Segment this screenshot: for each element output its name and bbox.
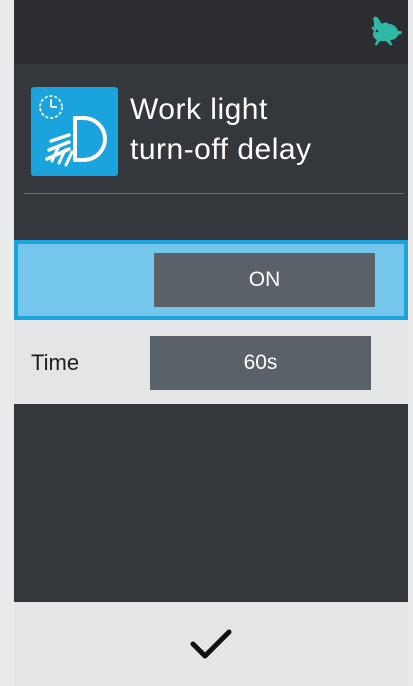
device-frame: Work light turn-off delay ON Time 60s (0, 0, 413, 686)
mode-row[interactable]: ON (14, 240, 408, 320)
work-light-timer-icon (31, 87, 118, 176)
rabbit-icon (371, 16, 402, 46)
title-line-1: Work light (130, 93, 268, 126)
time-row[interactable]: Time 60s (14, 320, 408, 404)
title-line-2: turn-off delay (130, 133, 312, 166)
footer-bar (14, 602, 408, 686)
checkmark-icon[interactable] (184, 622, 238, 666)
display-screen: Work light turn-off delay ON Time 60s (14, 0, 408, 686)
screen-header: Work light turn-off delay (14, 64, 408, 240)
time-value[interactable]: 60s (150, 336, 371, 390)
time-label: Time (31, 350, 80, 375)
top-status-bar (14, 0, 408, 64)
mode-value[interactable]: ON (154, 253, 375, 307)
header-divider (24, 193, 404, 194)
page-title: Work light turn-off delay (130, 90, 400, 170)
